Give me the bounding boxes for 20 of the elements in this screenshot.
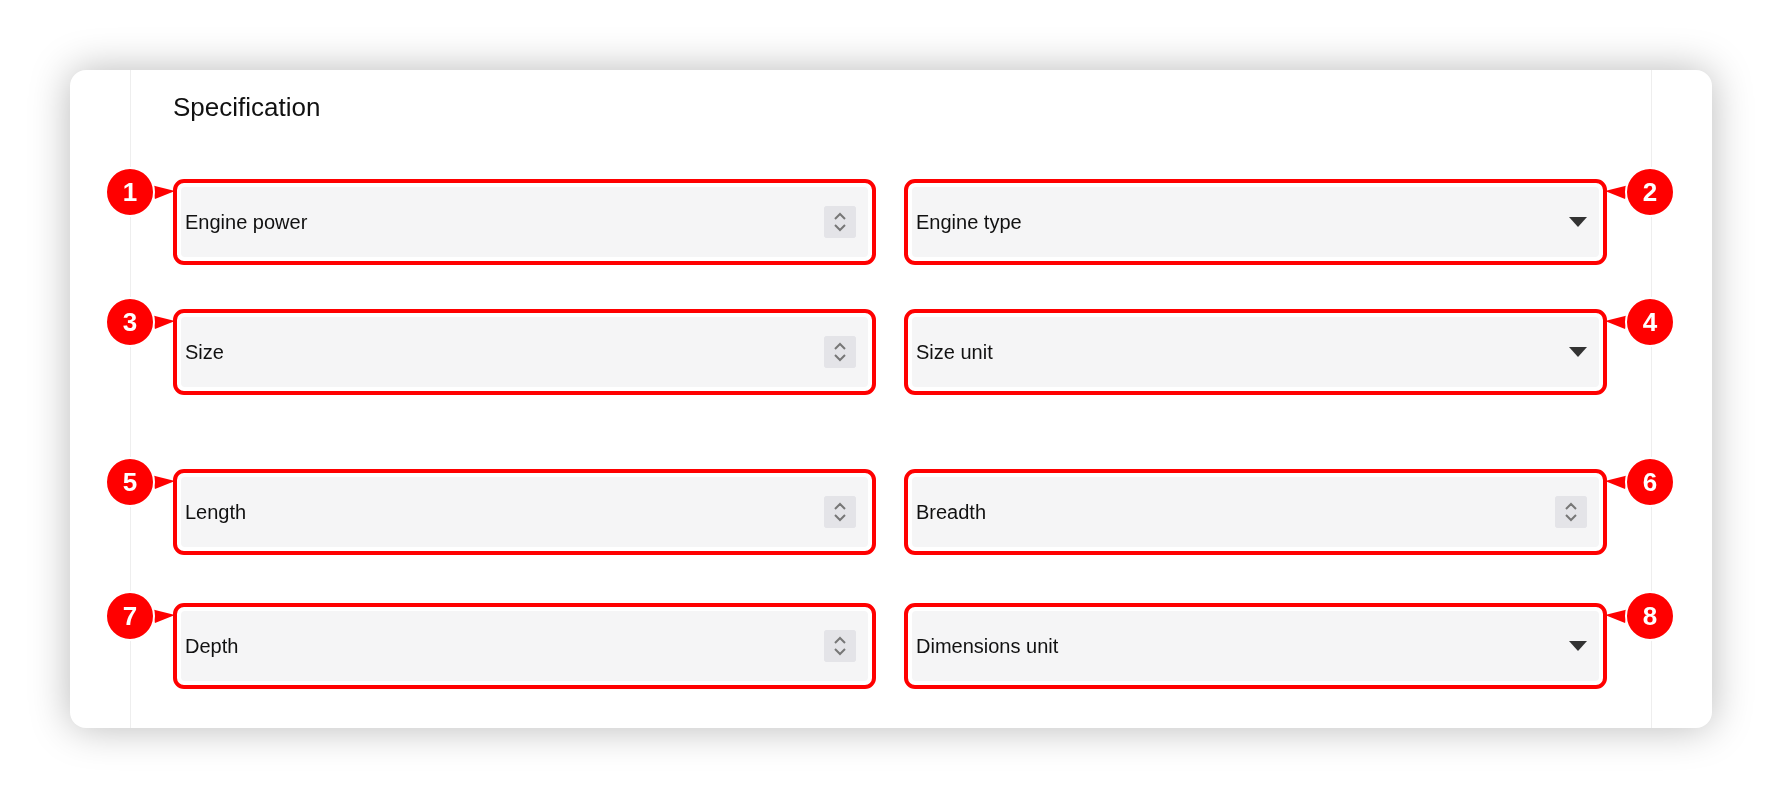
- caret-icon: [1569, 217, 1587, 227]
- select-field[interactable]: Engine type: [912, 187, 1599, 257]
- number-field[interactable]: Size: [181, 317, 868, 387]
- number-field[interactable]: Breadth: [912, 477, 1599, 547]
- callout-number: 7: [105, 591, 155, 641]
- select-field[interactable]: Size unit: [912, 317, 1599, 387]
- callout-number: 3: [105, 297, 155, 347]
- caret-icon: [1569, 641, 1587, 651]
- callout-number: 8: [1625, 591, 1675, 641]
- callout-number: 5: [105, 457, 155, 507]
- callout-number: 6: [1625, 457, 1675, 507]
- section-title: Specification: [173, 91, 321, 124]
- select-field[interactable]: Dimensions unit: [912, 611, 1599, 681]
- number-field[interactable]: Depth: [181, 611, 868, 681]
- number-field[interactable]: Length: [181, 477, 868, 547]
- caret-icon: [1569, 347, 1587, 357]
- callout-number: 1: [105, 167, 155, 217]
- number-field[interactable]: Engine power: [181, 187, 868, 257]
- callout-number: 4: [1625, 297, 1675, 347]
- callout-number: 2: [1625, 167, 1675, 217]
